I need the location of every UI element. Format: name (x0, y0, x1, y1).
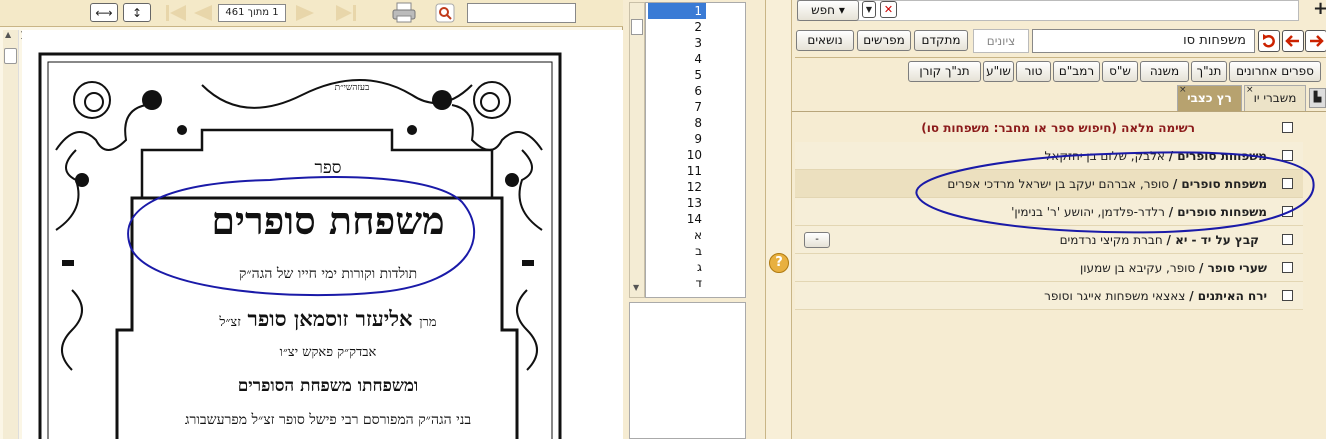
tab-close-icon[interactable]: × (1179, 85, 1187, 95)
advanced-button[interactable]: מתקדם (914, 30, 968, 51)
book-line1: מרן אליעזר זוסמאן סופר זצ״ל (219, 306, 437, 331)
chapter-item[interactable]: 6 (648, 83, 706, 99)
chapter-item[interactable]: ד (648, 275, 706, 291)
scroll-thumb[interactable] (4, 48, 17, 64)
chapter-item[interactable]: 9 (648, 131, 706, 147)
forward-arrow-icon[interactable] (1305, 30, 1326, 52)
chapter-item[interactable]: 8 (648, 115, 706, 131)
commentaries-button[interactable]: מפרשים (857, 30, 911, 51)
separator (792, 111, 1326, 112)
pin-icon[interactable]: ▙ (1309, 88, 1326, 108)
chapter-item[interactable]: 7 (648, 99, 706, 115)
question-icon[interactable]: ? (769, 253, 789, 273)
result-row[interactable]: ירח האיתנים / צאצאי משפחות אייגר וסופר (795, 282, 1303, 310)
result-row[interactable]: משפחות סופרים / רלדר-פלדמן, יהושע 'ר' בנ… (795, 198, 1303, 226)
back-arrow-icon[interactable] (1282, 30, 1304, 52)
book-top-label: בעזהשי״ת (334, 83, 370, 93)
book-line4: בני הגה״ק המפורסם רבי פישל סופר זצ״ל מפר… (184, 412, 472, 428)
fit-height-icon[interactable]: ↕ (123, 3, 151, 22)
find-input[interactable] (467, 3, 576, 23)
chapter-item[interactable]: 13 (648, 195, 706, 211)
list-scroll-thumb[interactable] (631, 19, 643, 35)
scroll-down-icon[interactable]: ▼ (633, 283, 639, 292)
fit-width-icon[interactable]: ⟷ (90, 3, 118, 22)
book-title: משפחת סופרים (211, 198, 445, 243)
result-checkbox[interactable] (1282, 290, 1293, 301)
result-checkbox[interactable] (1282, 234, 1293, 245)
chapter-item[interactable]: 5 (648, 67, 706, 83)
tab-close-icon[interactable]: × (1246, 85, 1254, 95)
category-mishna[interactable]: משנה (1140, 61, 1189, 82)
category-shulchan-aruch[interactable]: שו"ע (983, 61, 1014, 82)
book-line3: ומשפחתו משפחת הסופרים (237, 376, 419, 396)
chapter-item[interactable]: 12 (648, 179, 706, 195)
header-checkbox[interactable] (1282, 122, 1293, 133)
viewer-toolbar: ⟷ ↕ 1 מתוך 461 (0, 0, 623, 27)
chapter-item[interactable]: 4 (648, 51, 706, 67)
result-checkbox[interactable] (1282, 262, 1293, 273)
tziyun-field[interactable]: ציונים (973, 29, 1029, 53)
list-header: רשימה מלאה (חיפוש ספר או מחבר: משפחות סו… (921, 121, 1195, 135)
chapter-item[interactable]: 3 (648, 35, 706, 51)
plus-icon[interactable]: + (1313, 0, 1326, 19)
print-icon[interactable] (391, 2, 417, 24)
result-row[interactable]: קבץ על יד - יא / חברת מקיצי נרדמים (795, 226, 1303, 254)
next-page-icon[interactable] (293, 2, 319, 24)
search-input[interactable]: משפחות סו (1032, 29, 1255, 53)
page-indicator[interactable]: 1 מתוך 461 (218, 4, 286, 22)
category-tanach[interactable]: תנ"ך (1191, 61, 1227, 82)
category-tanach-koren[interactable]: תנ"ך קורן (908, 61, 981, 82)
last-page-icon[interactable] (333, 2, 359, 24)
book-sefer: ספר (314, 158, 342, 178)
category-rambam[interactable]: רמב"ם (1053, 61, 1100, 82)
first-page-icon[interactable] (163, 2, 189, 24)
chapter-item[interactable]: ב (648, 243, 706, 259)
scroll-up-icon[interactable]: ▲ (5, 30, 11, 39)
result-row[interactable]: שערי סופר / סופר, עקיבא בן שמעון (795, 254, 1303, 282)
tab-ratz-kitzvi[interactable]: רץ כצבי (1177, 85, 1242, 111)
result-row[interactable]: משפחות סופרים / אלבק, שלום בן יחזקאל (795, 142, 1303, 170)
chapter-item[interactable]: ג (648, 259, 706, 275)
book-subtitle: תולדות וקורות ימי חייו של הגה״ק (238, 266, 418, 282)
book-page: בעזהשי״ת ספר משפחת סופרים תולדות וקורות … (22, 30, 623, 439)
result-checkbox[interactable] (1282, 206, 1293, 217)
chapter-item[interactable]: 2 (648, 19, 706, 35)
result-checkbox[interactable] (1282, 150, 1293, 161)
category-acharonim[interactable]: ספרים אחרונים (1229, 61, 1321, 82)
dropdown-icon[interactable]: ▼ (862, 1, 876, 18)
collapse-button[interactable]: - (804, 232, 830, 248)
category-shas[interactable]: ש"ס (1102, 61, 1138, 82)
result-row[interactable]: משפחת סופרים / סופר, אברהם יעקב בן ישראל… (795, 170, 1303, 198)
chapter-list: 1 2 3 4 5 6 7 8 9 10 11 12 13 14 א ב ג ד (645, 2, 746, 298)
prev-page-icon[interactable] (189, 2, 215, 24)
book-line2: אבדק״ק פאקש יצ״ו (279, 345, 377, 360)
chapter-item[interactable]: 10 (648, 147, 706, 163)
category-tur[interactable]: טור (1016, 61, 1051, 82)
list-scrollbar[interactable]: ▼ (629, 2, 645, 298)
clear-icon[interactable]: ✕ (880, 1, 897, 18)
divider-strip[interactable]: ? (765, 0, 792, 439)
search-button[interactable]: חפש ▾ (797, 0, 859, 21)
topics-button[interactable]: נושאים (796, 30, 854, 51)
chapter-item[interactable]: 11 (648, 163, 706, 179)
chapter-item[interactable]: 14 (648, 211, 706, 227)
chapter-item[interactable]: א (648, 227, 706, 243)
chapter-item[interactable]: 1 (648, 3, 706, 19)
result-checkbox[interactable] (1282, 178, 1293, 189)
separator (795, 57, 1326, 58)
refresh-icon[interactable] (1258, 30, 1280, 52)
viewer-scrollbar[interactable]: ▲ (3, 30, 19, 439)
zoom-icon[interactable] (435, 3, 455, 23)
secondary-pane (629, 302, 746, 439)
